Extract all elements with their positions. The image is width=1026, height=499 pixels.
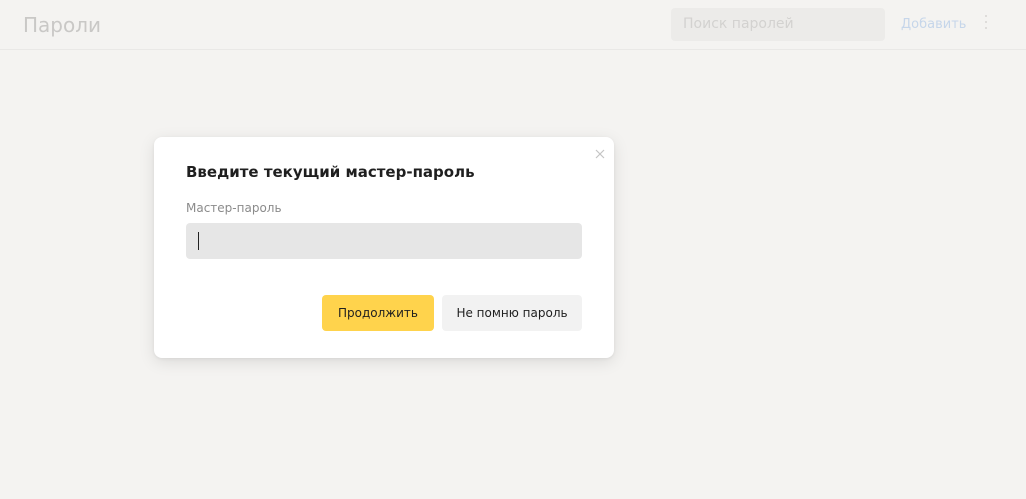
text-caret — [198, 232, 199, 250]
master-password-dialog: Введите текущий мастер-пароль Мастер-пар… — [154, 137, 614, 358]
more-vertical-icon[interactable] — [982, 15, 990, 35]
passwords-page: Пароли Поиск паролей Добавить Введите те… — [0, 0, 1026, 499]
forgot-password-button[interactable]: Не помню пароль — [442, 295, 582, 331]
continue-button[interactable]: Продолжить — [322, 295, 434, 331]
master-password-label: Мастер-пароль — [186, 201, 282, 215]
dialog-title: Введите текущий мастер-пароль — [186, 163, 475, 181]
header-bar: Пароли Поиск паролей Добавить — [0, 0, 1026, 50]
search-input[interactable]: Поиск паролей — [671, 8, 885, 41]
add-password-link[interactable]: Добавить — [901, 16, 966, 34]
page-title: Пароли — [23, 13, 102, 37]
master-password-field[interactable] — [186, 223, 582, 259]
close-icon[interactable] — [594, 145, 606, 159]
